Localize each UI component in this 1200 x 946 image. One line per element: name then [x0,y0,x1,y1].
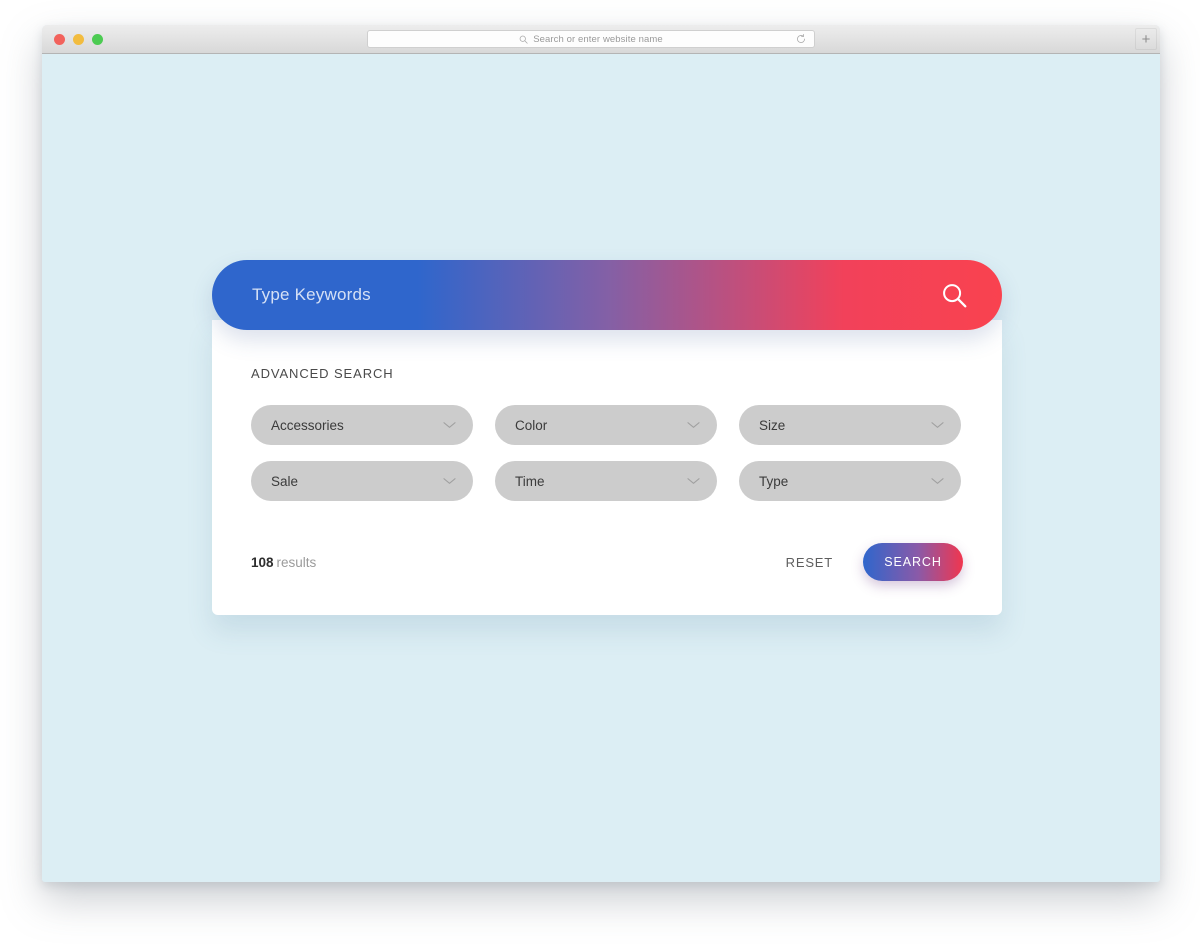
filter-select-color[interactable]: Color [495,405,717,445]
search-button[interactable]: SEARCH [863,543,963,581]
filter-label: Color [515,417,548,433]
panel-title: ADVANCED SEARCH [251,366,394,381]
filter-select-sale[interactable]: Sale [251,461,473,501]
reload-icon[interactable] [796,34,806,44]
filter-label: Accessories [271,417,344,433]
filter-select-time[interactable]: Time [495,461,717,501]
chevron-down-icon [443,478,456,484]
filter-label: Type [759,473,789,489]
zoom-window-button[interactable] [92,34,103,45]
filter-label: Time [515,473,545,489]
search-bar [212,260,1002,330]
footer-actions: RESET SEARCH [780,543,963,581]
chevron-down-icon [443,422,456,428]
page-viewport: ADVANCED SEARCH Accessories Color [42,54,1160,881]
close-window-button[interactable] [54,34,65,45]
chevron-down-icon [931,478,944,484]
filter-select-type[interactable]: Type [739,461,961,501]
search-icon [519,35,528,44]
filter-select-size[interactable]: Size [739,405,961,445]
filter-label: Size [759,417,786,433]
results-count: 108 results [251,555,316,570]
filter-select-accessories[interactable]: Accessories [251,405,473,445]
chevron-down-icon [931,422,944,428]
address-bar-placeholder: Search or enter website name [533,33,663,45]
results-number: 108 [251,554,274,570]
plus-icon: + [1141,30,1151,48]
chevron-down-icon [687,478,700,484]
browser-chrome: Search or enter website name + [42,25,1160,54]
reset-button[interactable]: RESET [780,547,839,578]
search-icon [942,283,966,307]
advanced-search-panel: ADVANCED SEARCH Accessories Color Size S… [212,320,1002,615]
search-widget: ADVANCED SEARCH Accessories Color [212,260,1002,615]
new-tab-button[interactable]: + [1135,28,1157,50]
panel-footer: 108 results RESET SEARCH [251,543,963,581]
filter-grid: Accessories Color Size Sale Time Type [251,405,963,501]
address-bar[interactable]: Search or enter website name [367,30,815,48]
search-input[interactable] [252,275,892,315]
chevron-down-icon [687,422,700,428]
browser-window: Search or enter website name + Type Keyw… [42,25,1160,882]
filter-label: Sale [271,473,299,489]
minimize-window-button[interactable] [73,34,84,45]
traffic-lights [54,34,103,45]
search-submit-button[interactable] [936,277,972,313]
results-word: results [276,554,317,570]
address-bar-content: Search or enter website name [519,34,663,45]
